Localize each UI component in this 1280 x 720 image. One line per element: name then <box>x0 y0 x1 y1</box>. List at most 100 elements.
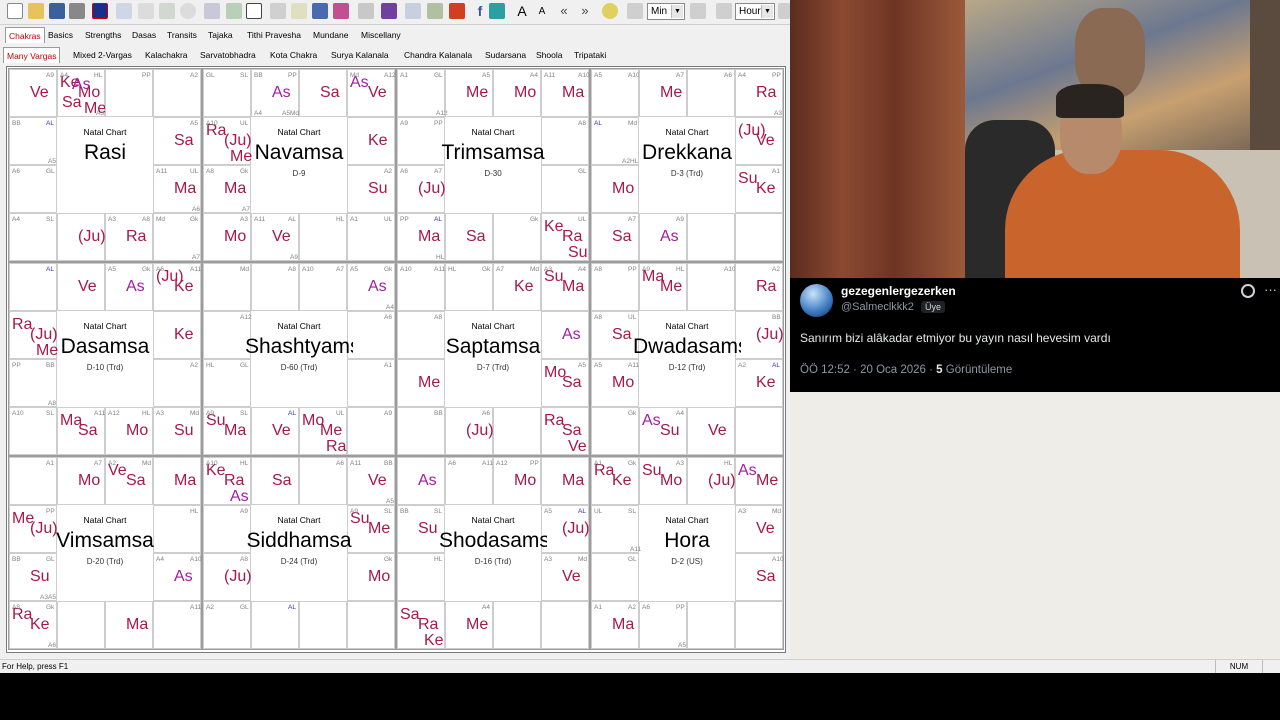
house-cell[interactable]: (Ju) A6 <box>445 407 494 455</box>
house-cell[interactable]: Ke (Ju) A11 A6 <box>153 263 201 311</box>
tab-1[interactable]: Basics <box>48 27 73 43</box>
house-cell[interactable]: PP A6 A5 <box>639 601 687 649</box>
house-cell[interactable]: Me A7 <box>639 69 687 117</box>
house-cell[interactable]: Md AL HL A2 <box>591 117 639 165</box>
house-cell[interactable] <box>735 407 783 455</box>
search-icon[interactable] <box>138 3 154 19</box>
house-cell[interactable]: GL A1 A12 <box>397 69 448 117</box>
house-cell[interactable]: Ke Ra Gk A1 <box>591 457 639 505</box>
house-cell[interactable]: Ve (Ju) <box>735 117 783 165</box>
house-cell[interactable]: A10 A5 <box>591 69 640 117</box>
house-cell[interactable]: (Ju) A8 <box>203 553 252 601</box>
house-cell[interactable]: Sa Ve Md A2 <box>105 457 153 505</box>
house-cell[interactable]: Ve A9 <box>9 69 57 117</box>
prev-icon[interactable]: « <box>556 3 572 19</box>
house-cell[interactable]: Ve <box>687 407 735 455</box>
house-cell[interactable]: Ke Su A1 <box>735 165 783 213</box>
house-cell[interactable]: (Ju) AL A5 <box>541 505 590 553</box>
house-cell[interactable]: Sa A10 <box>735 553 784 601</box>
grid-icon[interactable] <box>270 3 286 19</box>
house-cell[interactable]: AL <box>9 263 57 311</box>
house-cell[interactable]: Me Ma HL A9 <box>639 263 687 311</box>
house-cell[interactable]: Me Mo Ra UL <box>299 407 347 455</box>
house-cell[interactable]: Sa Ra Ve <box>541 407 589 455</box>
gear-icon[interactable] <box>427 3 443 19</box>
house-cell[interactable]: A2 <box>153 69 201 117</box>
house-cell[interactable]: Ra A2 <box>735 263 783 311</box>
house-cell[interactable]: GL A2 <box>203 601 251 649</box>
house-cell[interactable]: Ma <box>541 457 589 505</box>
house-cell[interactable]: Me As <box>735 457 783 505</box>
chart-icon[interactable] <box>92 3 108 19</box>
house-cell[interactable]: (Ju) Ra Me <box>9 311 58 359</box>
house-cell[interactable]: Sa <box>445 213 493 261</box>
varga-chart[interactable]: Md A8 A7 A10 As Gk A5 A4 A6 A1 A12 GL HL Ma Su SL A9 Ve AL… <box>202 262 396 456</box>
house-cell[interactable]: GL A6 <box>9 165 57 213</box>
house-cell[interactable]: AL <box>251 601 299 649</box>
house-cell[interactable]: Ma <box>153 457 201 505</box>
tweet-timestamp[interactable]: ÖÖ 12:52 · 20 Oca 2026 · <box>800 364 933 376</box>
house-cell[interactable]: HL <box>153 505 201 553</box>
house-cell[interactable] <box>493 407 541 455</box>
house-cell[interactable]: Ra Sa Ke <box>397 601 445 649</box>
house-cell[interactable]: Sa Ma A11 <box>57 407 105 455</box>
house-cell[interactable] <box>687 601 735 649</box>
varga-chart[interactable]: SL GL As PP BB Md A5 A4 Sa Ve As A12 Md Ke Su A2 (Ju) Ra M… <box>202 68 396 262</box>
tab-3[interactable]: Dasas <box>132 27 156 43</box>
rewind-icon[interactable] <box>627 3 643 19</box>
subtab-5[interactable]: Surya Kalanala <box>331 47 389 63</box>
house-cell[interactable]: Ma AL PP HL <box>397 213 445 261</box>
font-smaller-icon[interactable]: A <box>534 3 550 19</box>
house-cell[interactable]: Ma <box>105 601 153 649</box>
print-icon[interactable] <box>69 3 85 19</box>
n-icon[interactable] <box>246 3 262 19</box>
help-icon[interactable] <box>602 3 618 19</box>
next-icon[interactable]: » <box>577 3 593 19</box>
house-cell[interactable]: PP A9 <box>397 117 445 165</box>
tab-6[interactable]: Tithi Pravesha <box>247 27 301 43</box>
sun-icon[interactable] <box>291 3 307 19</box>
new-file-icon[interactable] <box>7 3 23 19</box>
facebook-icon[interactable]: f <box>472 3 488 19</box>
house-cell[interactable]: PP A8 <box>591 263 639 311</box>
house-cell[interactable]: Ve As A12 Md <box>347 69 396 117</box>
open-folder-icon[interactable] <box>28 3 44 19</box>
varga-chart[interactable]: AL Ve As Gk A5 Ke (Ju) A11 A6 Ke A2 (Ju) Ra Me BB PP A8 S… <box>8 262 202 456</box>
house-cell[interactable]: Ra PP A4 A3 <box>735 69 783 117</box>
house-cell[interactable]: A8 <box>397 311 445 359</box>
time-step-select-1[interactable]: Min ▼ <box>647 3 685 20</box>
house-cell[interactable]: A2 <box>153 359 201 407</box>
house-cell[interactable]: A6 <box>347 311 395 359</box>
house-cell[interactable]: Ma UL A11 A6 <box>153 165 201 213</box>
house-cell[interactable]: As A10 A4 <box>153 553 202 601</box>
varga-chart[interactable]: As A11 A6 Mo PP A12 Ma (Ju) AL A5 Ve Md A3 Su SL BB HL Ra… <box>396 456 590 650</box>
house-cell[interactable]: Su A2 <box>347 165 395 213</box>
house-cell[interactable]: Gk Md A7 <box>153 213 201 261</box>
house-cell[interactable]: Mo PP A12 <box>493 457 541 505</box>
house-cell[interactable]: Su GL BB A5 A3 <box>9 553 57 601</box>
house-cell[interactable]: As PP BB Md A5 A4 <box>251 69 299 117</box>
house-cell[interactable]: Ma Su A4 A3 <box>541 263 589 311</box>
tab-5[interactable]: Tajaka <box>208 27 233 43</box>
house-cell[interactable]: Ve Md A3 <box>541 553 589 601</box>
tab-7[interactable]: Mundane <box>313 27 348 43</box>
people-icon[interactable] <box>381 3 397 19</box>
house-cell[interactable]: Ke <box>153 311 201 359</box>
tab-8[interactable]: Miscellany <box>361 27 401 43</box>
house-cell[interactable]: Mo A4 <box>493 69 541 117</box>
house-cell[interactable]: Ma Su SL A9 <box>203 407 251 455</box>
house-cell[interactable]: HL <box>397 553 445 601</box>
house-cell[interactable]: As A9 <box>639 213 687 261</box>
subtab-9[interactable]: Tripataki <box>574 47 606 63</box>
rewind-icon-2[interactable] <box>716 3 732 19</box>
house-cell[interactable]: Gk <box>493 213 541 261</box>
house-cell[interactable]: (Ju) Me PP <box>9 505 58 553</box>
arrow-icon[interactable] <box>226 3 242 19</box>
subtab-3[interactable]: Sarvatobhadra <box>200 47 256 63</box>
house-cell[interactable]: BB <box>397 407 445 455</box>
house-cell[interactable]: Ma A10 A11 <box>541 69 590 117</box>
house-cell[interactable]: Ma Gk A8 A7 <box>203 165 251 213</box>
house-cell[interactable]: SL A10 <box>9 407 57 455</box>
house-cell[interactable]: Ma A2 A1 <box>591 601 639 649</box>
house-cell[interactable]: Mo A3 <box>203 213 251 261</box>
